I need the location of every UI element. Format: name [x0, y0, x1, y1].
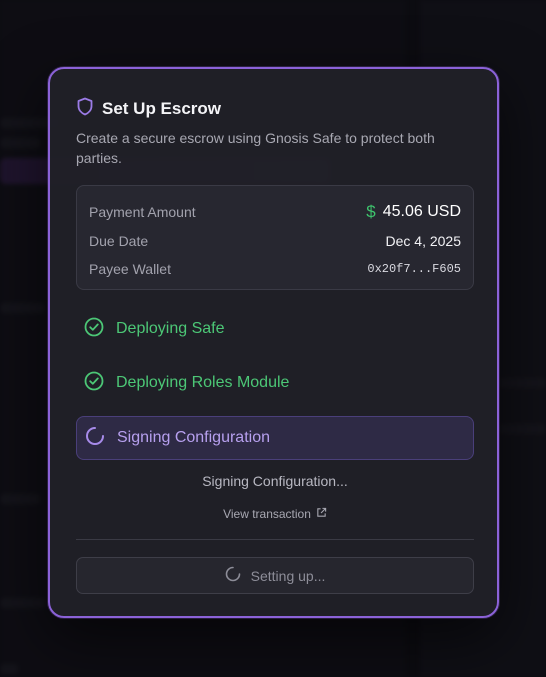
check-circle-icon: [84, 317, 104, 342]
view-transaction-label: View transaction: [223, 507, 311, 521]
due-date-row: Due Date Dec 4, 2025: [89, 233, 461, 249]
divider: [76, 539, 474, 540]
due-date-label: Due Date: [89, 233, 149, 249]
shield-icon: [76, 97, 94, 121]
payee-wallet-address: 0x20f7...F605: [367, 262, 461, 276]
status-message: Signing Configuration...: [202, 473, 348, 489]
external-link-icon: [316, 507, 327, 521]
spinner-icon: [225, 566, 241, 585]
dialog-header: Set Up Escrow: [76, 97, 221, 121]
step-deploying-roles-module: Deploying Roles Module: [76, 362, 474, 404]
button-label: Setting up...: [250, 567, 326, 584]
dialog-title: Set Up Escrow: [102, 99, 222, 118]
payee-wallet-row: Payee Wallet 0x20f7...F605: [89, 261, 461, 277]
setting-up-button[interactable]: Setting up...: [76, 557, 474, 594]
payee-wallet-label: Payee Wallet: [89, 261, 171, 277]
step-label: Signing Configuration: [117, 429, 270, 446]
step-deploying-safe: Deploying Safe: [76, 308, 474, 350]
dialog-description: Create a secure escrow using Gnosis Safe…: [76, 130, 435, 166]
step-label: Deploying Roles Module: [116, 374, 290, 391]
check-circle-icon: [84, 371, 104, 396]
payment-amount: $ 45.06 USD: [366, 202, 461, 222]
payment-amount-label: Payment Amount: [89, 204, 196, 220]
step-signing-configuration: Signing Configuration: [76, 416, 474, 460]
payment-amount-value: 45.06 USD: [382, 203, 461, 220]
spinner-icon: [85, 426, 105, 451]
due-date-value: Dec 4, 2025: [385, 233, 462, 249]
view-transaction-link[interactable]: View transaction: [76, 507, 474, 521]
step-label: Deploying Safe: [116, 320, 225, 337]
payment-amount-row: Payment Amount $ 45.06 USD: [89, 202, 461, 222]
payment-details-card: Payment Amount $ 45.06 USD Due Date Dec …: [76, 185, 474, 290]
dollar-icon: $: [366, 202, 376, 221]
escrow-setup-dialog: Set Up Escrow Create a secure escrow usi…: [48, 67, 499, 618]
